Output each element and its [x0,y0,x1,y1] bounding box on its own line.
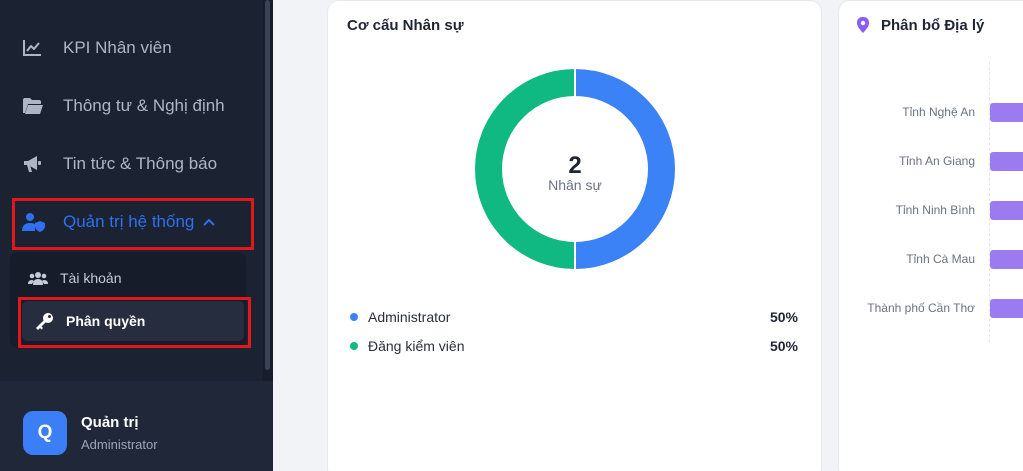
avatar[interactable]: Q [23,411,67,455]
highlight-box [12,198,254,250]
megaphone-icon [22,153,48,175]
profile-role: Administrator [81,437,158,452]
province-bar[interactable] [990,250,1023,269]
legend-label: Administrator [368,309,451,325]
province-label: Tỉnh Cà Mau [906,252,975,266]
province-bar[interactable] [990,299,1023,318]
legend-percent: 50% [769,338,798,354]
submenu-item-accounts[interactable]: Tài khoản [28,264,121,292]
scrollbar-thumb[interactable] [265,0,270,370]
submenu-item-label: Tài khoản [60,270,122,286]
total-count: 2 [568,152,582,179]
sidebar: KPI Nhân viên Thông tư & Nghị định Tin t… [0,0,273,471]
legend-dot [350,342,358,350]
sidebar-item-regulations[interactable]: Thông tư & Nghị định [22,91,225,121]
sidebar-item-news[interactable]: Tin tức & Thông báo [22,149,217,179]
geo-row: Tỉnh An Giang [838,152,1023,172]
legend-label: Đăng kiểm viên [368,338,465,354]
geo-row: Thành phố Cần Thơ [838,299,1023,319]
geo-row: Tỉnh Nghệ An [838,103,1023,123]
sidebar-item-kpi[interactable]: KPI Nhân viên [22,33,172,63]
legend-dot [350,313,358,321]
map-pin-icon [857,17,869,38]
total-label: Nhân sự [548,177,602,193]
sidebar-item-label: Thông tư & Nghị định [63,96,225,115]
province-label: Tỉnh An Giang [898,154,975,168]
chart-line-icon [22,37,48,59]
sidebar-item-label: KPI Nhân viên [63,38,172,57]
geo-distribution-card [838,0,1023,471]
province-label: Tỉnh Nghệ An [902,105,975,119]
folder-open-icon [22,95,48,117]
sidebar-item-label: Tin tức & Thông báo [63,154,218,173]
geo-row: Tỉnh Cà Mau [838,250,1023,270]
geo-row: Tỉnh Ninh Bình [838,201,1023,221]
legend-percent: 50% [769,309,798,325]
legend-item: Administrator 50% [350,307,798,327]
card-title: Cơ cấu Nhân sự [347,17,464,34]
profile-name: Quản trị [81,414,139,431]
province-bar[interactable] [990,201,1023,220]
legend-item: Đăng kiểm viên 50% [350,336,798,356]
province-bar[interactable] [990,152,1023,171]
sidebar-nav: KPI Nhân viên Thông tư & Nghị định Tin t… [0,0,273,381]
users-icon [28,271,50,285]
highlight-box [18,297,251,348]
province-bar[interactable] [990,103,1023,122]
province-label: Thành phố Cần Thơ [867,301,975,315]
province-label: Tỉnh Ninh Bình [895,203,975,217]
card-title: Phân bổ Địa lý [881,17,985,34]
